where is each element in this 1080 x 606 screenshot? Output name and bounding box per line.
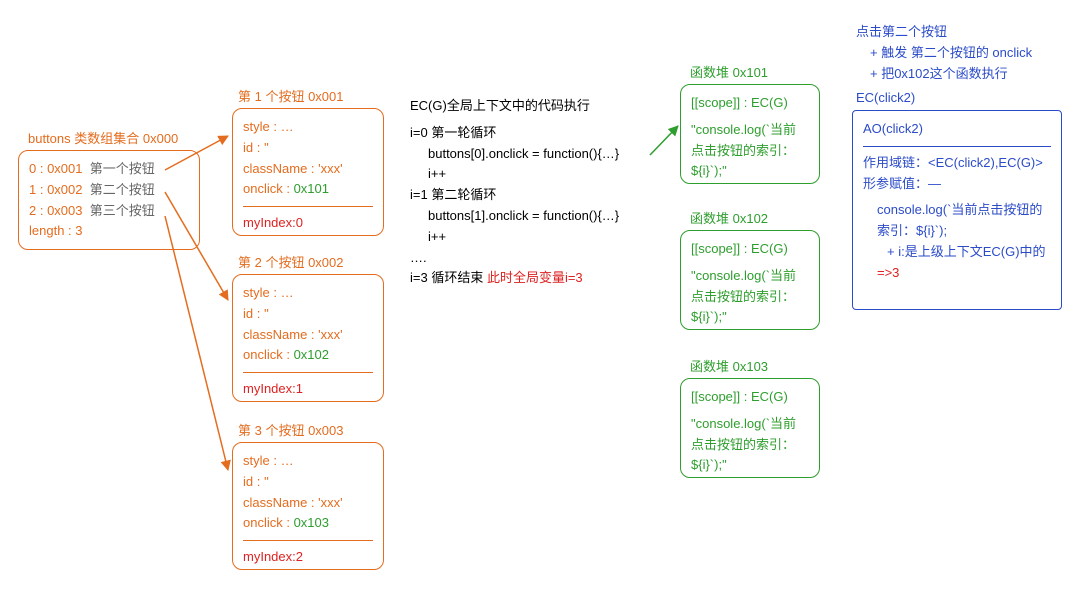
collection-item: 1 : 0x002 第二个按钮 [29, 180, 189, 201]
heap-scope: [[scope]] : EC(G) [691, 387, 809, 408]
button-myindex: myIndex:0 [243, 213, 373, 234]
ec-click-code: console.log(`当前点击按钮的索引：${i}`); [863, 200, 1051, 242]
heap-3-box: [[scope]] : EC(G) "console.log(`当前点击按钮的索… [680, 378, 820, 478]
heap-1-title: 函数堆 0x101 [690, 62, 768, 81]
button-onclick: onclick : 0x101 [243, 179, 373, 200]
ecg-line: i++ [410, 164, 660, 185]
buttons-collection-box: 0 : 0x001 第一个按钮 1 : 0x002 第二个按钮 2 : 0x00… [18, 150, 200, 250]
ec-click-args: 形参赋值：— [863, 174, 1051, 195]
button-2-title: 第 2 个按钮 0x002 [238, 252, 344, 271]
heap-1-box: [[scope]] : EC(G) "console.log(`当前点击按钮的索… [680, 84, 820, 184]
ecg-line: i=1 第二轮循环 [410, 185, 660, 206]
heap-scope: [[scope]] : EC(G) [691, 239, 809, 260]
button-onclick: onclick : 0x103 [243, 513, 373, 534]
heap-body: "console.log(`当前点击按钮的索引：${i}`);" [691, 414, 809, 476]
ecg-block: EC(G)全局上下文中的代码执行 i=0 第一轮循环 buttons[0].on… [410, 96, 660, 289]
button-3-box: style : … id : '' className : 'xxx' oncl… [232, 442, 384, 570]
button-prop: className : 'xxx' [243, 159, 373, 180]
ecg-line: buttons[1].onclick = function(){…} [410, 206, 660, 227]
heap-scope: [[scope]] : EC(G) [691, 93, 809, 114]
click-note-line: 点击第二个按钮 [856, 22, 1076, 43]
ec-click-result: =>3 [863, 263, 1051, 284]
button-1-box: style : … id : '' className : 'xxx' oncl… [232, 108, 384, 236]
heap-body: "console.log(`当前点击按钮的索引：${i}`);" [691, 266, 809, 328]
ec-click-title: EC(click2) [856, 90, 915, 105]
ec-click-ao: AO(click2) [863, 119, 1051, 140]
button-myindex: myIndex:1 [243, 379, 373, 400]
heap-2-title: 函数堆 0x102 [690, 208, 768, 227]
button-prop: style : … [243, 283, 373, 304]
ec-click-scope: 作用域链：<EC(click2),EC(G)> [863, 153, 1051, 174]
heap-2-box: [[scope]] : EC(G) "console.log(`当前点击按钮的索… [680, 230, 820, 330]
button-prop: id : '' [243, 304, 373, 325]
button-prop: style : … [243, 117, 373, 138]
ecg-heading: EC(G)全局上下文中的代码执行 [410, 96, 660, 117]
collection-length: length : 3 [29, 221, 189, 242]
button-prop: id : '' [243, 138, 373, 159]
buttons-collection-title: buttons 类数组集合 0x000 [28, 128, 178, 147]
heap-body: "console.log(`当前点击按钮的索引：${i}`);" [691, 120, 809, 182]
button-myindex: myIndex:2 [243, 547, 373, 568]
button-1-title: 第 1 个按钮 0x001 [238, 86, 344, 105]
click-note-line: + 触发 第二个按钮的 onclick [856, 43, 1076, 64]
button-prop: style : … [243, 451, 373, 472]
ecg-line: …. [410, 248, 660, 269]
click-notes: 点击第二个按钮 + 触发 第二个按钮的 onclick + 把0x102这个函数… [856, 22, 1076, 84]
button-2-box: style : … id : '' className : 'xxx' oncl… [232, 274, 384, 402]
click-note-line: + 把0x102这个函数执行 [856, 64, 1076, 85]
heap-3-title: 函数堆 0x103 [690, 356, 768, 375]
button-prop: id : '' [243, 472, 373, 493]
collection-item: 0 : 0x001 第一个按钮 [29, 159, 189, 180]
button-prop: className : 'xxx' [243, 325, 373, 346]
ec-click-code: + i:是上级上下文EC(G)中的 [863, 242, 1051, 263]
button-prop: className : 'xxx' [243, 493, 373, 514]
button-3-title: 第 3 个按钮 0x003 [238, 420, 344, 439]
ecg-line: i=0 第一轮循环 [410, 123, 660, 144]
ec-click-box: AO(click2) 作用域链：<EC(click2),EC(G)> 形参赋值：… [852, 110, 1062, 310]
ecg-end-line: i=3 循环结束 此时全局变量i=3 [410, 268, 660, 289]
ecg-line: buttons[0].onclick = function(){…} [410, 144, 660, 165]
ecg-line: i++ [410, 227, 660, 248]
collection-item: 2 : 0x003 第三个按钮 [29, 201, 189, 222]
button-onclick: onclick : 0x102 [243, 345, 373, 366]
